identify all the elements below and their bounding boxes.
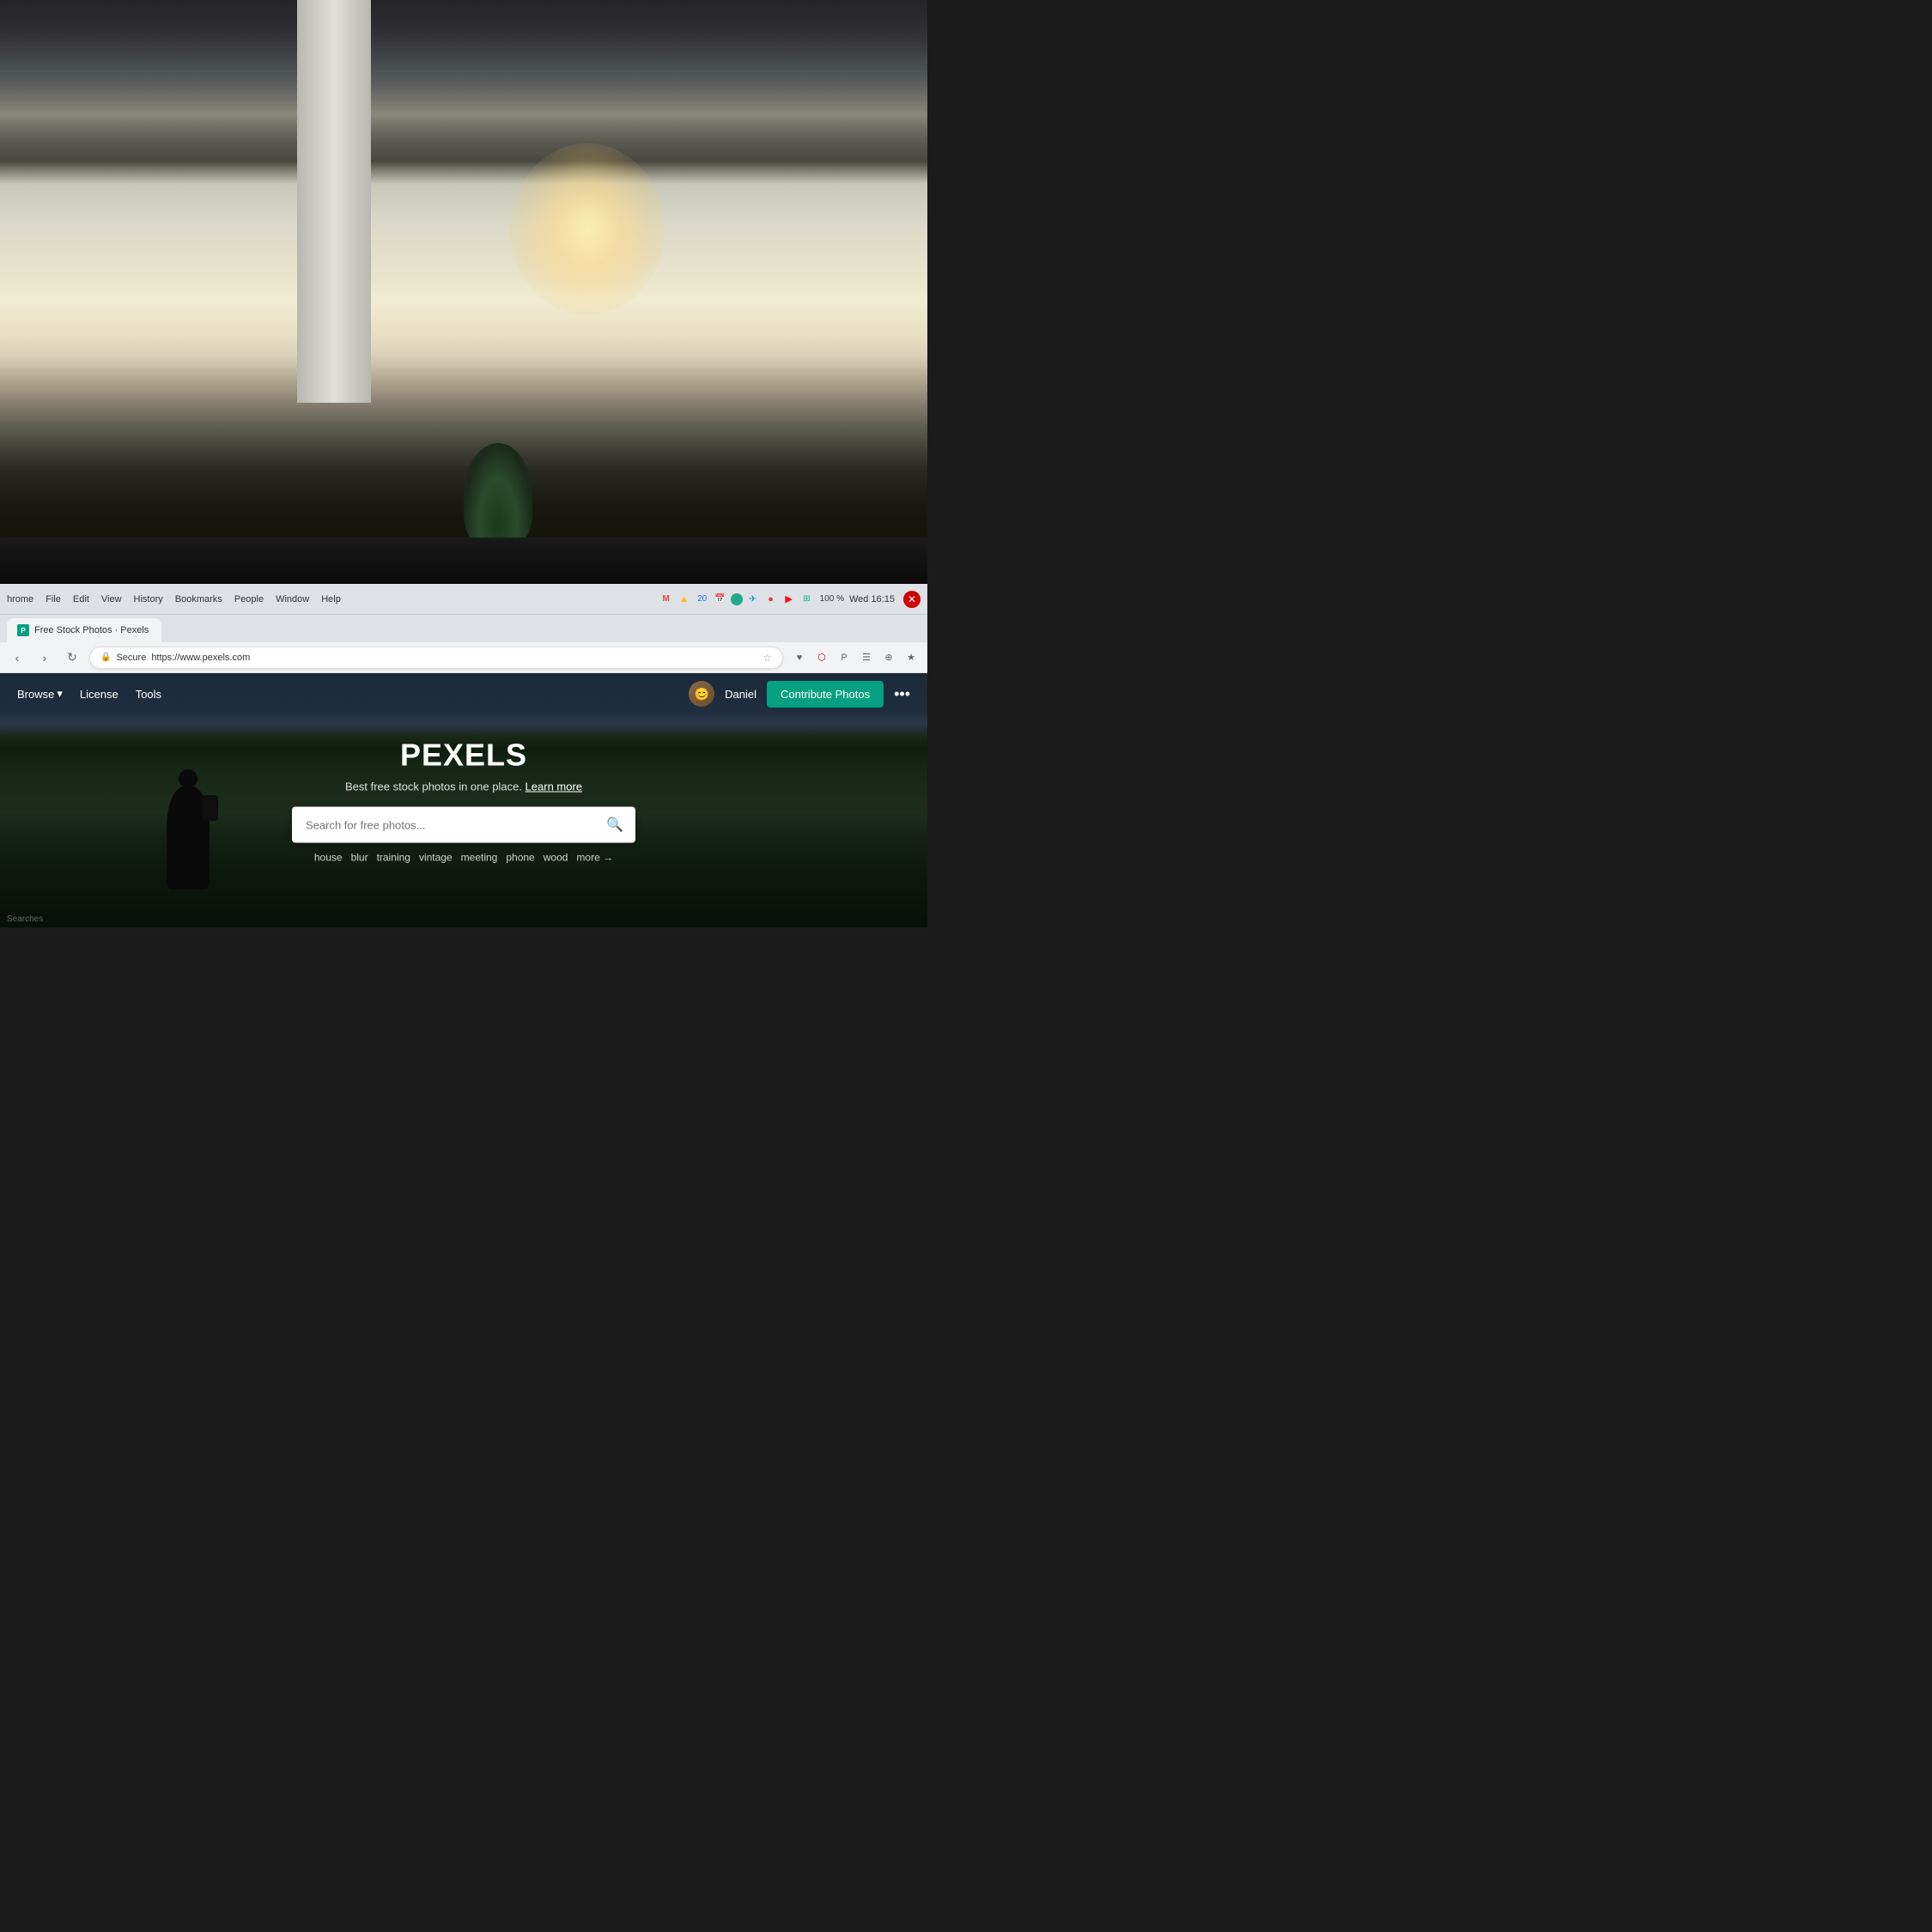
ext-calendar2[interactable]: 📅 — [713, 592, 728, 607]
search-tag-wood[interactable]: wood — [544, 852, 568, 864]
menu-file[interactable]: File — [46, 594, 61, 605]
pexels-tagline: Best free stock photos in one place. Lea… — [93, 781, 835, 793]
menu-edit[interactable]: Edit — [73, 594, 89, 605]
search-tag-blur[interactable]: blur — [351, 852, 368, 864]
battery-info: 100 % — [820, 594, 844, 604]
office-pillar — [297, 0, 371, 403]
addressbar-icon-1[interactable]: ♥ — [790, 648, 809, 667]
pexels-nav-right: 😊 Daniel Contribute Photos ••• — [689, 681, 910, 708]
search-tags: house blur training vintage meeting phon… — [93, 852, 835, 864]
system-clock: Wed 16:15 — [849, 594, 895, 605]
menu-window[interactable]: Window — [276, 594, 309, 605]
addressbar-icon-5[interactable]: ⊕ — [879, 648, 898, 667]
learn-more-link[interactable]: Learn more — [526, 781, 582, 793]
close-button[interactable]: ✕ — [903, 591, 920, 608]
secure-icon: 🔒 — [100, 653, 111, 662]
ext-red[interactable]: ● — [763, 592, 779, 607]
background-photo — [0, 0, 927, 575]
laptop-bezel — [0, 538, 927, 584]
avatar-image-placeholder: 😊 — [694, 687, 708, 702]
menu-help[interactable]: Help — [321, 594, 341, 605]
tab-label: Free Stock Photos · Pexels — [34, 625, 149, 635]
ext-telegram[interactable]: ✈ — [745, 592, 761, 607]
search-tag-phone[interactable]: phone — [506, 852, 534, 864]
search-tag-more[interactable]: more → — [576, 852, 613, 864]
contribute-photos-button[interactable]: Contribute Photos — [767, 681, 884, 708]
addressbar-icon-3[interactable]: P — [835, 648, 854, 667]
menu-view[interactable]: View — [101, 594, 122, 605]
extension-icons: M ▲ 20 📅 ✈ ● ▶ ⊞ — [659, 592, 815, 607]
browse-button[interactable]: Browse ▾ — [17, 687, 63, 701]
search-tag-training[interactable]: training — [377, 852, 410, 864]
ext-spreadsheet[interactable]: ⊞ — [799, 592, 815, 607]
user-name: Daniel — [725, 688, 756, 701]
ext-mail[interactable]: M — [659, 592, 674, 607]
search-tag-meeting[interactable]: meeting — [461, 852, 498, 864]
system-icons: M ▲ 20 📅 ✈ ● ▶ ⊞ 100 % Wed 16:15 ✕ — [652, 591, 920, 608]
address-input[interactable]: 🔒 Secure https://www.pexels.com ☆ — [89, 647, 783, 669]
tab-favicon: P — [17, 624, 29, 636]
pexels-hero-content: PEXELS Best free stock photos in one pla… — [93, 738, 835, 864]
browse-label: Browse — [17, 688, 54, 701]
pexels-search-bar[interactable]: 🔍 — [292, 807, 635, 843]
pexels-hero-section: Browse ▾ License Tools 😊 Daniel Contribu… — [0, 673, 927, 927]
office-plant — [464, 443, 532, 546]
addressbar-icon-6[interactable]: ★ — [902, 648, 920, 667]
browse-chevron-icon: ▾ — [57, 687, 63, 701]
forward-button[interactable]: › — [34, 647, 55, 668]
ext-youtube[interactable]: ▶ — [781, 592, 797, 607]
search-tag-vintage[interactable]: vintage — [419, 852, 453, 864]
tools-button[interactable]: Tools — [136, 688, 161, 701]
pexels-navbar: Browse ▾ License Tools 😊 Daniel Contribu… — [0, 673, 927, 714]
addressbar-icon-2[interactable]: ⬡ — [812, 648, 831, 667]
menu-people[interactable]: People — [234, 594, 264, 605]
search-icon[interactable]: 🔍 — [594, 817, 635, 834]
window-light-glow — [510, 143, 665, 315]
ext-calendar1[interactable]: 20 — [695, 592, 710, 607]
menu-chrome[interactable]: hrome — [7, 594, 33, 605]
menu-history[interactable]: History — [134, 594, 163, 605]
search-tag-house[interactable]: house — [314, 852, 343, 864]
chrome-titlebar: hrome File Edit View History Bookmarks P… — [0, 584, 927, 615]
chrome-menus: hrome File Edit View History Bookmarks P… — [7, 594, 341, 605]
bookmark-star-icon[interactable]: ☆ — [762, 652, 772, 664]
reload-button[interactable]: ↻ — [62, 647, 82, 668]
addressbar-icons: ♥ ⬡ P ☰ ⊕ ★ — [790, 648, 920, 667]
active-tab[interactable]: P Free Stock Photos · Pexels — [7, 618, 161, 642]
pexels-logo: PEXELS — [93, 738, 835, 774]
chrome-tab-bar: P Free Stock Photos · Pexels — [0, 615, 927, 642]
pexels-nav-left: Browse ▾ License Tools — [17, 687, 161, 701]
browser-window: hrome File Edit View History Bookmarks P… — [0, 584, 927, 927]
ext-drive[interactable]: ▲ — [677, 592, 692, 607]
license-button[interactable]: License — [80, 688, 118, 701]
ext-green[interactable] — [731, 593, 743, 605]
searches-label: Searches — [7, 914, 43, 924]
battery-percent: 100 % — [820, 594, 844, 604]
addressbar-icon-4[interactable]: ☰ — [857, 648, 876, 667]
pexels-website: Browse ▾ License Tools 😊 Daniel Contribu… — [0, 673, 927, 927]
chrome-address-bar: ‹ › ↻ 🔒 Secure https://www.pexels.com ☆ … — [0, 642, 927, 673]
user-avatar[interactable]: 😊 — [689, 681, 714, 707]
secure-label: Secure — [116, 653, 146, 663]
tagline-text: Best free stock photos in one place. — [345, 781, 522, 793]
back-button[interactable]: ‹ — [7, 647, 27, 668]
more-options-icon[interactable]: ••• — [894, 685, 910, 703]
pexels-search-input[interactable] — [292, 818, 594, 831]
menu-bookmarks[interactable]: Bookmarks — [175, 594, 222, 605]
url-display: https://www.pexels.com — [151, 653, 250, 663]
